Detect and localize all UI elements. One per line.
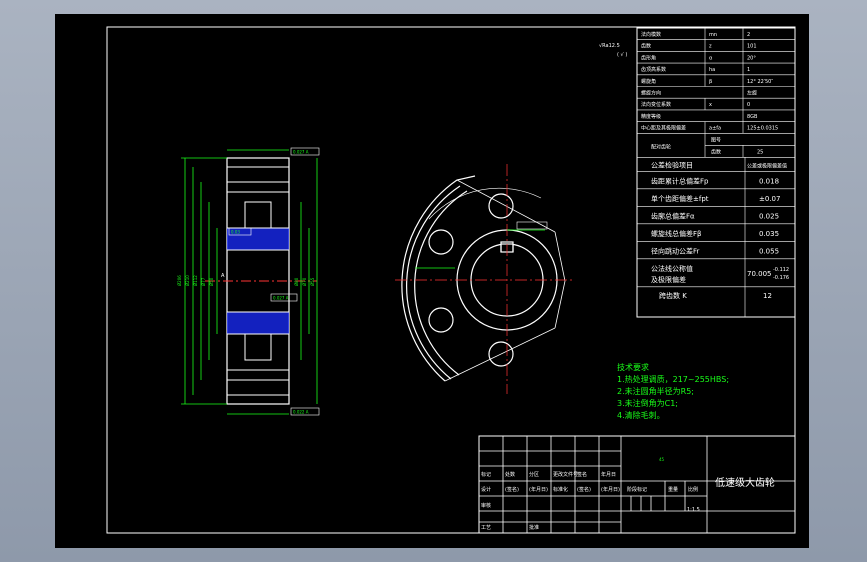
gear-parameter-table: 法向模数 mn 2 齿数 z 101 齿形角 α 20° 齿顶高系数 ha 1 螺旋角 β 12° 22′5… [636,27,796,318]
param-name-5: 螺旋方向 [641,90,661,97]
dim-label-4: Ø50 [209,277,214,286]
title-block-cell-1-0: 设计 [481,486,491,493]
roughness-mark: √Ra12.5 [599,43,620,49]
param-name-4: 螺旋角 [641,78,656,85]
tolerance-value-3: 0.035 [759,230,779,238]
span-teeth-label: 跨齿数 K [659,291,687,300]
param-name-1: 齿数 [641,43,651,50]
tolerance-name-2: 齿廓总偏差Fα [651,211,695,220]
mating-gear-drawing-no: 图号 [711,137,721,143]
stage-header-0: 阶段标记 [627,486,647,493]
title-block-cell-0-2: 分区 [529,471,539,478]
param-value-2: 20° [747,55,756,61]
param-name-0: 法向模数 [641,31,661,38]
param-value-0: 2 [747,32,750,38]
dim-label-2: Ø112 [193,275,198,286]
tolerance-value-4: 0.055 [759,247,779,255]
dim-label-1: Ø210 [185,275,190,286]
param-name-8: 中心距及其极限偏差 [641,125,686,132]
span-label-2: 及极限偏差 [651,275,686,284]
dim-label-7: Ø55 [310,277,315,286]
tolerance-name-4: 径向跳动公差Fr [651,246,700,255]
param-symbol-0: mn [709,32,717,38]
tol-frame-1: 0.022 A [293,410,309,415]
param-value-5: 左旋 [747,90,757,97]
param-symbol-6: x [709,102,712,108]
tolerance-name-1: 单个齿距偏差±fpt [651,194,709,203]
drawing-canvas: Ø206 Ø210 Ø112 Ø77 Ø50 Ø80 Ø70 Ø55 0.027… [106,26,796,534]
tech-req-item-3: 4.清除毛刺。 [617,410,665,420]
roughness-note: ( √ ) [617,52,627,58]
dim-label-5: Ø80 [294,277,299,286]
param-value-1: 101 [747,44,757,50]
tolerance-name-3: 螺旋线总偏差Fβ [651,229,702,238]
dim-label-6: Ø70 [302,277,307,286]
span-teeth-value: 12 [763,292,772,300]
tol-frame-0: 0.027 A [293,150,309,155]
title-block-cell-0-1: 处数 [505,471,515,478]
title-block-cell-0-3: 更改文件号 [553,471,578,478]
span-upper: -0.112 [773,267,789,273]
gear-section-view: Ø206 Ø210 Ø112 Ø77 Ø50 Ø80 Ø70 Ø55 0.027… [177,147,320,416]
title-block-cell-1-1: (签名) [505,486,519,493]
title-block-cell-2-0: 审核 [481,502,491,509]
tolerance-value-2: 0.025 [759,212,779,220]
mating-gear-teeth-value: 25 [757,149,763,155]
param-name-2: 齿形角 [641,54,656,61]
param-value-6: 0 [747,102,750,108]
title-block-cell-0-4: 签名 [577,471,587,478]
param-value-4: 12° 22′50″ [747,79,773,85]
title-block-cell-3-0: 工艺 [481,525,491,531]
section-label: A [221,273,225,279]
param-name-7: 精度等级 [641,113,661,120]
param-value-8: 125±0.0315 [747,126,778,132]
span-lower: -0.176 [773,275,789,281]
param-symbol-1: z [709,44,712,50]
title-block-cell-0-0: 标记 [481,471,491,478]
stage-header-1: 重量 [668,486,678,493]
tech-req-item-0: 1.热处理调质，217~255HBS; [617,374,729,384]
tolerance-name-0: 齿距累计总偏差Fp [651,176,709,185]
drawing-title: 低速级大齿轮 [715,476,775,489]
title-block-cell-0-5: 年月日 [601,471,616,478]
param-value-3: 1 [747,67,750,73]
tech-req-item-1: 2.未注圆角半径为R5; [617,386,694,396]
dim-label-3: Ø77 [201,277,206,286]
span-value: 70.005 [747,270,772,278]
tech-req-item-2: 3.未注倒角为C1; [617,398,678,408]
param-symbol-3: ha [709,67,715,73]
mating-gear-label: 配对齿轮 [651,143,671,150]
title-block-cell-1-3: 标准化 [553,486,568,493]
mating-gear-teeth-label: 齿数 [711,148,721,155]
tolerance-header-item: 公差检验项目 [651,160,693,169]
tol-frame-3: 0.03 [231,230,240,235]
param-symbol-4: β [709,79,712,85]
param-name-6: 法向变位系数 [641,101,671,108]
drawing-scale: 1:1.5 [687,507,700,513]
tech-req-title: 技术要求 [617,362,649,372]
title-block-cell-1-4: (签名) [577,486,591,493]
tolerance-value-0: 0.018 [759,177,779,185]
title-block-cell-1-2: (年月日) [529,486,548,493]
param-symbol-8: a±fa [709,126,721,132]
gear-front-view [395,164,575,394]
title-block-cell-1-5: (年月日) [601,486,620,493]
tolerance-header-value: 公差或极限偏差值 [747,162,787,169]
drawing-sheet: Ø206 Ø210 Ø112 Ø77 Ø50 Ø80 Ø70 Ø55 0.027… [55,14,809,548]
param-value-7: 8GB [747,114,758,120]
param-name-3: 齿顶高系数 [641,66,666,73]
technical-requirements: 技术要求 1.热处理调质，217~255HBS; 2.未注圆角半径为R5; 3.… [617,362,729,420]
stage-header-2: 比例 [688,486,698,493]
dim-label-0: Ø206 [177,275,182,286]
tolerance-value-1: ±0.07 [759,195,780,203]
span-label-1: 公法线公称值 [651,264,693,273]
param-symbol-2: α [709,55,713,61]
cad-viewport: Ø206 Ø210 Ø112 Ø77 Ø50 Ø80 Ø70 Ø55 0.027… [0,0,867,562]
tol-frame-2: 0.027 A [273,296,289,301]
centre-mark: 45 [659,457,665,462]
title-block-cell-3-2: 批准 [529,524,539,531]
